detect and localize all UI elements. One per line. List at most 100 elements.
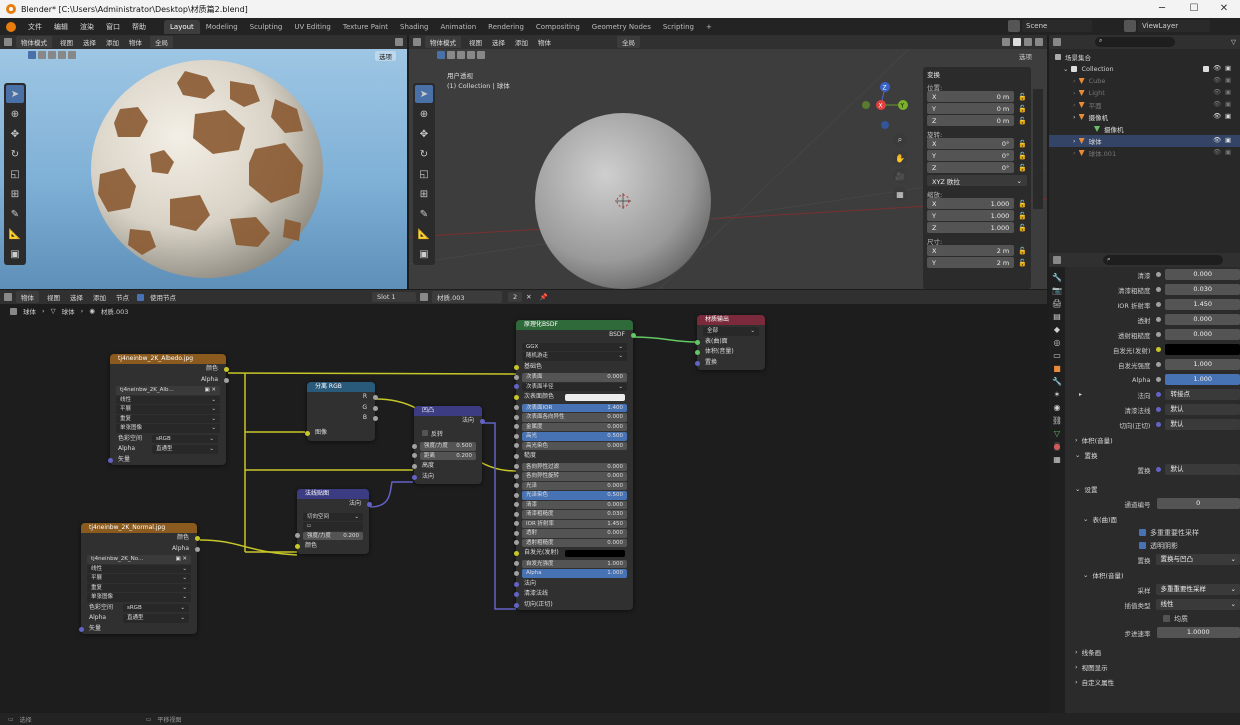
normal-socket[interactable] (366, 502, 372, 507)
chevron-right-icon[interactable]: › (1073, 101, 1076, 109)
vector-socket[interactable] (107, 457, 113, 463)
link-field[interactable]: 默认 (1165, 419, 1240, 430)
bsdf-input-field[interactable]: 高光 0.500 (513, 432, 627, 441)
link-field[interactable]: 转接点 (1165, 389, 1240, 400)
bsdf-input-field[interactable]: 次表面 0.000 (513, 373, 627, 382)
right-transform-orientation[interactable]: 全局 (617, 36, 640, 48)
separate-rgb-header[interactable]: 分离 RGB (307, 382, 375, 392)
bsdf-input-field[interactable]: 次表面各向异性 0.000 (513, 413, 627, 422)
input-socket[interactable] (513, 561, 519, 566)
alpha-socket[interactable] (194, 546, 200, 552)
colorspace-select[interactable]: sRGB ⌄ (152, 434, 218, 443)
height-input[interactable]: 高度 (411, 461, 482, 472)
filter-icon[interactable]: ▽ (1231, 38, 1236, 46)
bsdf-input-field[interactable]: 清漆 0.000 (513, 500, 627, 509)
tab-compositing[interactable]: Compositing (530, 20, 586, 34)
bsdf-select-input[interactable]: 次表面半径 ⌄ (513, 382, 627, 391)
volume-subsection[interactable]: ⌄ 体积(音量) (1067, 567, 1240, 582)
color-swatch[interactable] (565, 394, 625, 401)
normal-alpha-output[interactable]: Alpha (81, 544, 200, 555)
measure-tool-icon[interactable]: 📐 (415, 225, 433, 243)
bsdf-input-field[interactable]: 自发光强度 1.000 (513, 559, 627, 568)
volume-section-collapsed[interactable]: › 体积(音量) (1067, 432, 1240, 447)
space-select[interactable]: 切向空间 ⌄ (303, 512, 363, 521)
left-menu-object[interactable]: 物体 (125, 36, 146, 48)
tool-tab-icon[interactable]: 🔧 (1052, 273, 1062, 282)
camera-restrict-icon[interactable]: ▣ (1225, 148, 1231, 156)
bsdf-socket-input[interactable]: 切向(正切) (513, 600, 633, 611)
right-viewport[interactable]: 物体模式 视图 选择 添加 物体 全局 用户透视 (1) Collection … (409, 35, 1047, 289)
color-socket[interactable] (294, 544, 300, 549)
albedo-vector-input[interactable]: 矢量 (107, 455, 226, 466)
bsdf-color-input[interactable]: 自发光(发射) (513, 548, 633, 559)
albedo-alpha-output[interactable]: Alpha (110, 375, 229, 386)
input-socket[interactable] (513, 570, 519, 576)
tab-animation[interactable]: Animation (434, 20, 482, 34)
outliner-search-input[interactable]: ⌕ (1095, 37, 1175, 47)
socket-dot-icon[interactable] (1156, 377, 1162, 382)
select-tool-icon[interactable]: ➤ (415, 85, 433, 103)
left-menu-select[interactable]: 选择 (79, 36, 100, 48)
rotate-tool-icon[interactable]: ↻ (6, 145, 24, 163)
input-socket[interactable] (513, 454, 519, 459)
scale-z-field[interactable]: Z 1.000 (927, 222, 1015, 233)
lock-icon[interactable]: 🔓 (1018, 200, 1027, 208)
camera-restrict-icon[interactable]: ▣ (1225, 136, 1231, 144)
normal-input[interactable]: 法向 (411, 472, 482, 483)
emission-color-swatch[interactable] (1165, 344, 1240, 355)
bsdf-output[interactable]: BSDF (516, 330, 636, 341)
tab-scripting[interactable]: Scripting (657, 20, 700, 34)
g-socket[interactable] (372, 405, 378, 411)
displacement-socket[interactable] (694, 360, 700, 366)
physics-tab-icon[interactable]: ◉ (1054, 403, 1061, 412)
displacement-link-field[interactable]: 默认 (1165, 464, 1240, 475)
socket-dot-icon[interactable] (1156, 422, 1162, 427)
value-field[interactable]: 1.000 (1165, 374, 1240, 385)
menu-help[interactable]: 帮助 (126, 22, 152, 32)
outliner-item[interactable]: › 球体.001 👁 ▣ (1049, 147, 1240, 159)
projection-select[interactable]: 平展 ⌄ (116, 405, 220, 414)
bsdf-input-field[interactable]: 各向异性过滤 0.000 (513, 462, 627, 471)
alpha-mode-select[interactable]: 直通型 ⌄ (152, 445, 218, 454)
chevron-right-icon[interactable]: › (1073, 137, 1076, 145)
source-select[interactable]: 单张图像 ⌄ (87, 593, 191, 602)
normal-map-strength-field[interactable]: 强度/力度 0.200 (294, 531, 363, 540)
displacement-input[interactable]: 置换 (694, 358, 765, 369)
menu-edit[interactable]: 编辑 (48, 22, 74, 32)
tab-modeling[interactable]: Modeling (200, 20, 244, 34)
bump-normal-output[interactable]: 法向 (414, 416, 485, 427)
surface-socket[interactable] (694, 339, 700, 345)
tab-layout[interactable]: Layout (164, 19, 200, 34)
invert-row[interactable]: 反转 (414, 429, 482, 441)
editor-type-icon[interactable] (1053, 256, 1061, 264)
lock-icon[interactable]: 🔓 (1018, 259, 1027, 267)
left-viewport-canvas[interactable]: 选项 ➤ ⊕ ✥ ↻ ◱ ⊞ ✎ 📐 ▣ (0, 49, 407, 289)
maximize-button[interactable]: ☐ (1178, 0, 1210, 18)
normal-image-node[interactable]: tj4neinbw_2K_Normal.jpg 颜色 Alpha tj4nein… (78, 523, 200, 634)
dims-y-field[interactable]: Y 2 m (927, 257, 1015, 268)
eye-icon[interactable]: 👁 (1213, 112, 1221, 120)
normal-socket[interactable] (411, 474, 417, 480)
lock-icon[interactable]: 🔓 (1018, 117, 1027, 125)
right-menu-object[interactable]: 物体 (534, 36, 555, 48)
material-output-header[interactable]: 材质输出 (697, 315, 765, 325)
lock-icon[interactable]: 🔓 (1018, 224, 1027, 232)
input-socket[interactable] (513, 433, 519, 439)
principled-bsdf-node[interactable]: 原理化BSDF BSDF GGX ⌄ 随机游走 ⌄ 基础色 次表面 0.000 次表面半径… (513, 320, 636, 611)
left-viewport[interactable]: 物体模式 视图 选择 添加 物体 全局 选项 ➤ ⊕ ✥ ↻ ◱ ⊞ ✎ 📐 ▣ (0, 35, 407, 289)
output-target-select[interactable]: 全部 ⌄ (703, 327, 759, 336)
tab-uv-editing[interactable]: UV Editing (288, 20, 337, 34)
colorspace-select[interactable]: sRGB ⌄ (123, 603, 189, 612)
rotation-z-field[interactable]: Z 0° (927, 162, 1015, 173)
transform-tool-icon[interactable]: ⊞ (415, 185, 433, 203)
rotate-tool-icon[interactable]: ↻ (415, 145, 433, 163)
add-cube-tool-icon[interactable]: ▣ (415, 245, 433, 263)
input-socket[interactable] (513, 483, 519, 488)
outliner-item[interactable]: › Light 👁 ▣ (1049, 87, 1240, 99)
subsurface-method-select[interactable]: 随机游走 ⌄ (522, 352, 627, 361)
socket-dot-icon[interactable] (1156, 287, 1162, 292)
scene-icon[interactable] (1008, 20, 1020, 32)
lock-icon[interactable]: 🔓 (1018, 152, 1027, 160)
material-shading-icon[interactable] (1024, 38, 1032, 46)
normal-node-header[interactable]: tj4neinbw_2K_Normal.jpg (81, 523, 197, 533)
